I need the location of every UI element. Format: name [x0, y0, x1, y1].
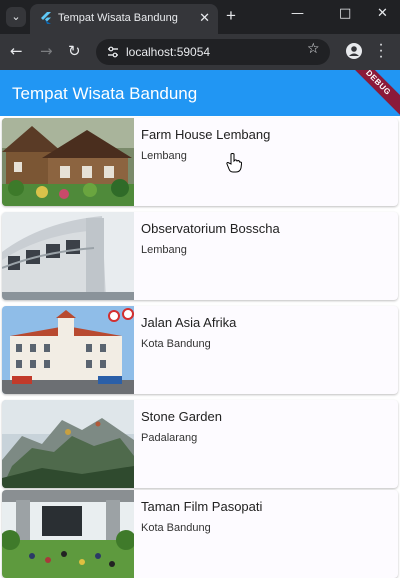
- list-item[interactable]: Taman Film Pasopati Kota Bandung: [2, 490, 398, 578]
- stone-garden-photo: [2, 400, 134, 488]
- new-tab-icon[interactable]: +: [226, 6, 236, 26]
- site-info-icon[interactable]: [106, 45, 120, 59]
- place-location: Kota Bandung: [141, 338, 211, 350]
- browser-toolbar: ← → ↻ localhost:59054 ☆ · · ·: [0, 34, 400, 70]
- place-location: Lembang: [141, 150, 187, 162]
- place-location: Kota Bandung: [141, 522, 211, 534]
- flutter-favicon-icon: [41, 12, 51, 24]
- tab-title: Tempat Wisata Bandung: [58, 12, 178, 24]
- minimize-icon[interactable]: —: [291, 6, 304, 21]
- forward-icon[interactable]: →: [40, 42, 53, 60]
- list-item[interactable]: Observatorium Bosscha Lembang: [2, 212, 398, 300]
- debug-banner: DEBUG: [339, 70, 400, 116]
- place-name: Observatorium Bosscha: [141, 221, 280, 236]
- farm-house-photo: [2, 118, 134, 206]
- window-close-icon[interactable]: ✕: [377, 6, 388, 21]
- place-name: Stone Garden: [141, 409, 222, 424]
- browser-tab[interactable]: Tempat Wisata Bandung ✕: [30, 4, 218, 34]
- place-name: Jalan Asia Afrika: [141, 315, 237, 330]
- asia-afrika-photo: [2, 306, 134, 394]
- hand-cursor-icon: [226, 153, 242, 173]
- back-icon[interactable]: ←: [10, 42, 23, 60]
- star-icon[interactable]: ☆: [307, 41, 320, 57]
- reload-icon[interactable]: ↻: [68, 42, 81, 60]
- place-name: Taman Film Pasopati: [141, 499, 263, 514]
- list-item[interactable]: Jalan Asia Afrika Kota Bandung: [2, 306, 398, 394]
- list-item[interactable]: Stone Garden Padalarang: [2, 400, 398, 488]
- address-bar[interactable]: localhost:59054: [96, 39, 330, 65]
- taman-film-photo: [2, 490, 134, 578]
- app-bar: Tempat Wisata Bandung DEBUG: [0, 70, 400, 116]
- place-location: Padalarang: [141, 432, 198, 444]
- place-name: Farm House Lembang: [141, 127, 271, 142]
- place-location: Lembang: [141, 244, 187, 256]
- list-item[interactable]: Farm House Lembang Lembang: [2, 118, 398, 206]
- maximize-icon[interactable]: □: [339, 6, 351, 21]
- page-title: Tempat Wisata Bandung: [12, 84, 198, 103]
- menu-icon[interactable]: · · ·: [378, 37, 384, 65]
- tab-close-icon[interactable]: ✕: [199, 10, 210, 26]
- places-list[interactable]: Farm House Lembang Lembang Observatorium…: [0, 116, 400, 578]
- tab-search-icon[interactable]: ⌄: [6, 7, 26, 27]
- bosscha-photo: [2, 212, 134, 300]
- browser-tabstrip: ⌄ Tempat Wisata Bandung ✕ + — □ ✕: [0, 0, 400, 34]
- url-text: localhost:59054: [126, 45, 211, 59]
- profile-icon[interactable]: [346, 43, 362, 59]
